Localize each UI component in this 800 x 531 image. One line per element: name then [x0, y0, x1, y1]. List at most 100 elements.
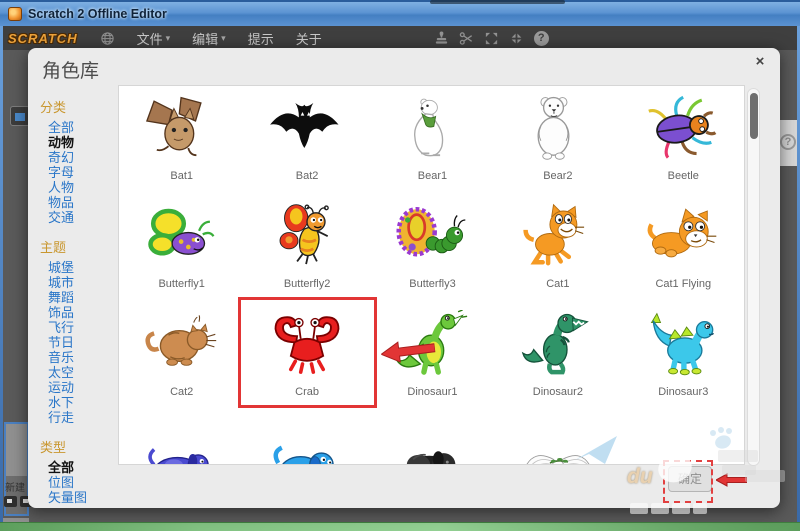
theme-space[interactable]: 太空 [40, 365, 130, 380]
sprite-label: Bear2 [543, 170, 573, 182]
new-sprite-paint-icon[interactable] [4, 496, 17, 507]
theme-dressup[interactable]: 饰品 [40, 305, 130, 320]
bat2-thumbnail [262, 92, 352, 168]
library-sidebar: 分类 全部 动物 奇幻 字母 人物 物品 交通 主题 城堡 城市 舞蹈 饰品 飞… [40, 94, 130, 505]
menu-edit[interactable]: 编辑 ▾ [192, 29, 226, 48]
dialog-title: 角色库 [42, 61, 100, 82]
dialog-close-button[interactable]: × [750, 52, 770, 72]
category-all[interactable]: 全部 [40, 120, 130, 135]
toolbar: ? [434, 30, 549, 46]
menu-tips[interactable]: 提示 [248, 29, 274, 48]
library-scrollbar[interactable] [747, 88, 760, 466]
theme-music[interactable]: 音乐 [40, 350, 130, 365]
type-all[interactable]: 全部 [40, 460, 130, 475]
sprite-cell-dinosaur2[interactable]: Dinosaur2 [495, 308, 620, 416]
type-bitmap[interactable]: 位图 [40, 475, 130, 490]
cat1-thumbnail [513, 200, 603, 276]
menu-about[interactable]: 关于 [296, 29, 322, 48]
duplicate-stamp-icon[interactable] [434, 30, 449, 46]
theme-dance[interactable]: 舞蹈 [40, 290, 130, 305]
sprite-cell-dove-partial[interactable] [495, 416, 620, 464]
theme-sports[interactable]: 运动 [40, 380, 130, 395]
cat2-thumbnail [137, 308, 227, 384]
sprite-label: Dinosaur2 [532, 386, 583, 398]
bear2-thumbnail [513, 92, 603, 168]
butterfly2-thumbnail [262, 200, 352, 276]
sprite-cell-dog-puppy-partial[interactable] [370, 416, 495, 464]
sprite-cell-bear2[interactable]: Bear2 [495, 92, 620, 200]
grow-icon[interactable] [484, 31, 499, 46]
scrollbar-thumb[interactable] [750, 93, 758, 139]
dinosaur2-thumbnail [513, 308, 603, 384]
sprite-cell-beetle[interactable]: Beetle [621, 92, 744, 200]
butterfly1-thumbnail [137, 200, 227, 276]
new-sprite-label: 新建 [5, 483, 25, 494]
dog2-thumbnail [262, 416, 352, 464]
window-title: Scratch 2 Offline Editor [28, 7, 167, 21]
sprite-label: Cat1 Flying [655, 278, 712, 290]
window-titlebar: Scratch 2 Offline Editor [0, 0, 800, 26]
chevron-down-icon: ▾ [165, 32, 171, 43]
sprite-library-dialog: 角色库 × 分类 全部 动物 奇幻 字母 人物 物品 交通 主题 城堡 城市 舞… [28, 48, 780, 508]
app-icon [8, 7, 22, 21]
sprite-label: Dinosaur3 [658, 386, 709, 398]
menu-file[interactable]: 文件 ▾ [137, 29, 171, 48]
sprite-cell-bat1[interactable]: Bat1 [119, 92, 244, 200]
dog1-thumbnail [137, 416, 227, 464]
ok-pointer-arrow [716, 473, 747, 487]
sprite-label: Butterfly2 [283, 278, 331, 290]
bear1-thumbnail [387, 92, 477, 168]
category-fantasy[interactable]: 奇幻 [40, 150, 130, 165]
sprite-cell-dinosaur3[interactable]: Dinosaur3 [621, 308, 744, 416]
sprite-label: Cat1 [546, 278, 570, 290]
sprite-cell-bat2[interactable]: Bat2 [244, 92, 369, 200]
language-globe-icon[interactable] [100, 31, 115, 46]
section-type: 类型 [40, 440, 67, 455]
beetle-thumbnail [638, 92, 728, 168]
sprite-label: Dinosaur1 [407, 386, 458, 398]
desktop-wallpaper-strip [0, 522, 800, 531]
type-vector[interactable]: 矢量图 [40, 490, 130, 505]
sprite-label: Cat2 [170, 386, 194, 398]
dinosaur3-thumbnail [638, 308, 728, 384]
dove-thumbnail [513, 416, 603, 464]
theme-castle[interactable]: 城堡 [40, 260, 130, 275]
sprite-label: Bear1 [417, 170, 448, 182]
category-people[interactable]: 人物 [40, 180, 130, 195]
sprite-cell-butterfly2[interactable]: Butterfly2 [244, 200, 369, 308]
category-animals[interactable]: 动物 [40, 135, 130, 150]
sprite-cell-butterfly3[interactable]: Butterfly3 [370, 200, 495, 308]
sprite-label: Bat2 [295, 170, 319, 182]
category-things[interactable]: 物品 [40, 195, 130, 210]
theme-city[interactable]: 城市 [40, 275, 130, 290]
sprite-label: Bat1 [170, 170, 194, 182]
shrink-icon[interactable] [509, 31, 524, 46]
dog-puppy-thumbnail [387, 416, 477, 464]
category-letters[interactable]: 字母 [40, 165, 130, 180]
theme-flying[interactable]: 飞行 [40, 320, 130, 335]
crab-highlight-rectangle [238, 297, 377, 408]
theme-holiday[interactable]: 节日 [40, 335, 130, 350]
sprite-cell-butterfly1[interactable]: Butterfly1 [119, 200, 244, 308]
sprite-cell-cat2[interactable]: Cat2 [119, 308, 244, 416]
top-crop-artifact [430, 0, 565, 4]
theme-walking[interactable]: 行走 [40, 410, 130, 425]
sprite-cell-cat1-flying[interactable]: Cat1 Flying [621, 200, 744, 308]
ok-button-highlight-rectangle [663, 460, 713, 503]
sprite-label: Butterfly3 [409, 278, 456, 290]
theme-underwater[interactable]: 水下 [40, 395, 130, 410]
help-icon: ? [780, 134, 796, 150]
delete-scissors-icon[interactable] [459, 31, 474, 46]
section-category: 分类 [40, 100, 67, 115]
window-border-left [0, 26, 3, 522]
block-help-icon[interactable]: ? [533, 30, 549, 46]
sprite-cell-cat1[interactable]: Cat1 [495, 200, 620, 308]
sprite-cell-bear1[interactable]: Bear1 [370, 92, 495, 200]
sprite-cell-dog1-partial[interactable] [119, 416, 244, 464]
cat1-flying-thumbnail [638, 200, 728, 276]
sprite-cell-dog2-partial[interactable] [244, 416, 369, 464]
selected-tool-icon [10, 106, 30, 126]
scratch-logo: SCRATCH [8, 30, 78, 46]
sprite-grid-panel: Bat1 Bat2 Bear1 Bear2 Beetle Butterfly1 … [118, 85, 745, 465]
category-transport[interactable]: 交通 [40, 210, 130, 225]
